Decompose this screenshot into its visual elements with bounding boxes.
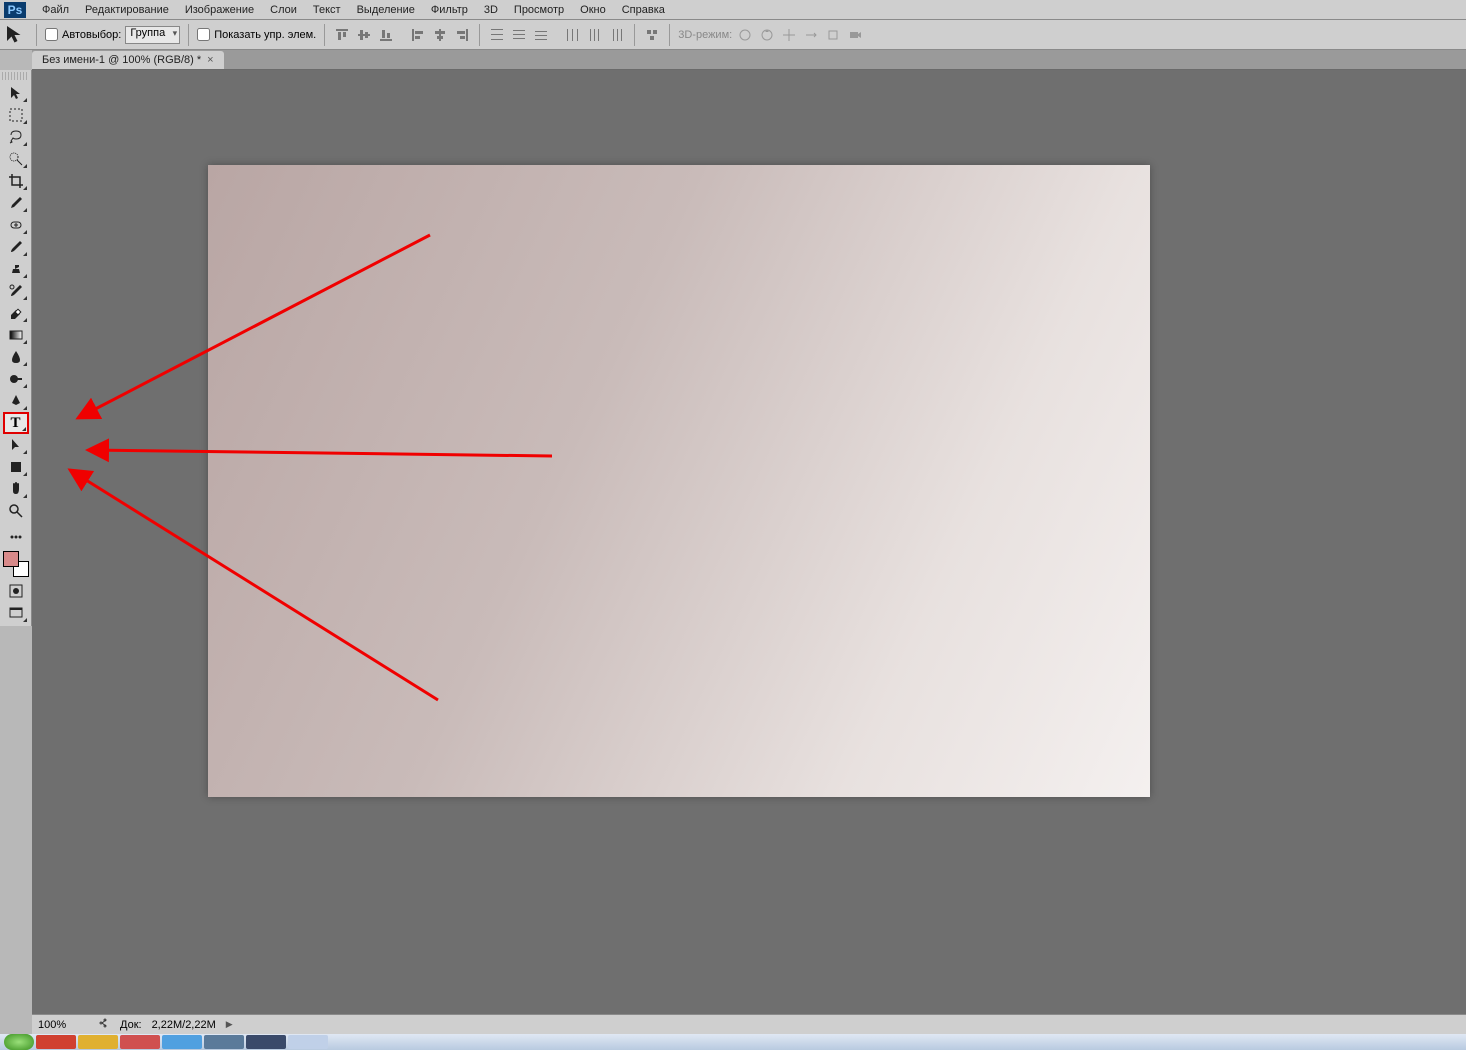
- menu-layers[interactable]: Слои: [262, 2, 305, 18]
- distribute-left-icon[interactable]: [564, 26, 582, 44]
- crop-tool[interactable]: [3, 170, 29, 192]
- eyedropper-tool[interactable]: [3, 192, 29, 214]
- quick-select-tool[interactable]: [3, 148, 29, 170]
- autoselect-dropdown[interactable]: Группа: [125, 26, 180, 44]
- document-canvas[interactable]: [208, 165, 1150, 797]
- healing-brush-tool[interactable]: [3, 214, 29, 236]
- distribute-hcenter-icon[interactable]: [586, 26, 604, 44]
- align-right-icon[interactable]: [453, 26, 471, 44]
- align-hcenter-icon[interactable]: [431, 26, 449, 44]
- doc-info-label: Док:: [120, 1019, 142, 1031]
- brush-tool[interactable]: [3, 236, 29, 258]
- separator: [188, 24, 189, 46]
- taskbar-item[interactable]: [204, 1035, 244, 1049]
- gradient-tool[interactable]: [3, 324, 29, 346]
- autoselect-label: Автовыбор:: [62, 29, 121, 41]
- taskbar-item[interactable]: [288, 1035, 328, 1049]
- mode3d-label: 3D-режим:: [678, 29, 732, 41]
- menu-window[interactable]: Окно: [572, 2, 614, 18]
- distribute-vcenter-icon[interactable]: [510, 26, 528, 44]
- 3d-roll-icon[interactable]: [758, 26, 776, 44]
- separator: [36, 24, 37, 46]
- menu-3d[interactable]: 3D: [476, 2, 506, 18]
- clone-stamp-tool[interactable]: [3, 258, 29, 280]
- panel-grip-icon[interactable]: [2, 72, 29, 80]
- taskbar-item[interactable]: [246, 1035, 286, 1049]
- screenmode-icon[interactable]: [3, 602, 29, 624]
- close-icon[interactable]: ×: [207, 54, 213, 66]
- align-vcenter-icon[interactable]: [355, 26, 373, 44]
- menu-view[interactable]: Просмотр: [506, 2, 572, 18]
- marquee-tool[interactable]: [3, 104, 29, 126]
- shape-tool[interactable]: [3, 456, 29, 478]
- 3d-orbit-icon[interactable]: [736, 26, 754, 44]
- foreground-color-swatch[interactable]: [3, 551, 19, 567]
- menu-file[interactable]: Файл: [34, 2, 77, 18]
- eraser-tool[interactable]: [3, 302, 29, 324]
- zoom-tool[interactable]: [3, 500, 29, 522]
- move-tool[interactable]: [3, 82, 29, 104]
- menu-help[interactable]: Справка: [614, 2, 673, 18]
- distribute-bottom-icon[interactable]: [532, 26, 550, 44]
- toolbox: T: [0, 70, 32, 626]
- menu-image[interactable]: Изображение: [177, 2, 262, 18]
- document-tab[interactable]: Без имени-1 @ 100% (RGB/8) * ×: [32, 51, 224, 69]
- menu-text[interactable]: Текст: [305, 2, 349, 18]
- distribute-right-icon[interactable]: [608, 26, 626, 44]
- move-tool-indicator-icon: [4, 23, 28, 47]
- doc-info-value: 2,22M/2,22M: [152, 1019, 216, 1031]
- quickmask-icon[interactable]: [3, 580, 29, 602]
- options-bar: Автовыбор: Группа Показать упр. элем. 3D…: [0, 20, 1466, 50]
- menu-select[interactable]: Выделение: [349, 2, 423, 18]
- menu-edit[interactable]: Редактирование: [77, 2, 177, 18]
- taskbar-item[interactable]: [78, 1035, 118, 1049]
- taskbar-item[interactable]: [162, 1035, 202, 1049]
- app-logo: Ps: [4, 2, 26, 18]
- os-taskbar: [0, 1034, 1466, 1050]
- separator: [479, 24, 480, 46]
- zoom-field[interactable]: 100%: [38, 1019, 88, 1031]
- doc-info-arrow-icon[interactable]: ▶: [226, 1019, 233, 1030]
- 3d-slide-icon[interactable]: [802, 26, 820, 44]
- distribute-top-icon[interactable]: [488, 26, 506, 44]
- taskbar-item[interactable]: [120, 1035, 160, 1049]
- share-icon[interactable]: [98, 1017, 110, 1032]
- 3d-camera-icon[interactable]: [846, 26, 864, 44]
- menu-bar: Ps Файл Редактирование Изображение Слои …: [0, 0, 1466, 20]
- autoselect-checkbox[interactable]: Автовыбор:: [45, 28, 121, 41]
- separator: [669, 24, 670, 46]
- color-swatches[interactable]: [3, 551, 29, 577]
- separator: [634, 24, 635, 46]
- history-brush-tool[interactable]: [3, 280, 29, 302]
- hand-tool[interactable]: [3, 478, 29, 500]
- path-select-tool[interactable]: [3, 434, 29, 456]
- canvas-area[interactable]: [32, 70, 1466, 1014]
- start-button-icon[interactable]: [4, 1034, 34, 1050]
- type-tool[interactable]: T: [3, 412, 29, 434]
- dodge-tool[interactable]: [3, 368, 29, 390]
- align-top-icon[interactable]: [333, 26, 351, 44]
- show-transform-label: Показать упр. элем.: [214, 29, 316, 41]
- edit-toolbar-icon[interactable]: [3, 526, 29, 548]
- separator: [324, 24, 325, 46]
- taskbar-item[interactable]: [36, 1035, 76, 1049]
- menu-filter[interactable]: Фильтр: [423, 2, 476, 18]
- status-bar: 100% Док: 2,22M/2,22M ▶: [32, 1014, 1466, 1034]
- align-left-icon[interactable]: [409, 26, 427, 44]
- document-tab-bar: Без имени-1 @ 100% (RGB/8) * ×: [32, 50, 1466, 70]
- type-tool-glyph: T: [10, 415, 20, 432]
- align-bottom-icon[interactable]: [377, 26, 395, 44]
- 3d-pan-icon[interactable]: [780, 26, 798, 44]
- 3d-scale-icon[interactable]: [824, 26, 842, 44]
- show-transform-checkbox[interactable]: Показать упр. элем.: [197, 28, 316, 41]
- auto-align-icon[interactable]: [643, 26, 661, 44]
- blur-tool[interactable]: [3, 346, 29, 368]
- lasso-tool[interactable]: [3, 126, 29, 148]
- document-tab-title: Без имени-1 @ 100% (RGB/8) *: [42, 54, 201, 66]
- pen-tool[interactable]: [3, 390, 29, 412]
